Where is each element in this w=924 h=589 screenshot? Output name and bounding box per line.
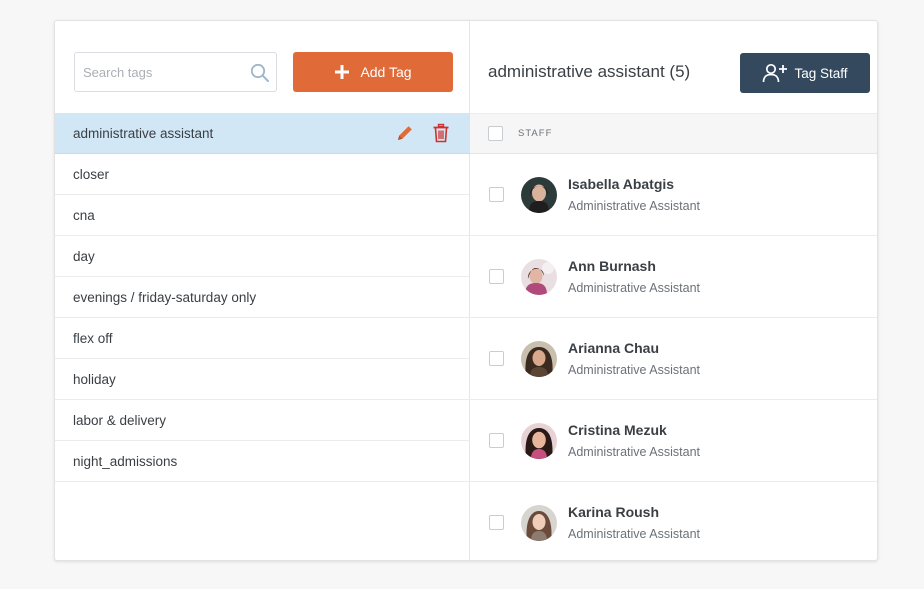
search-box[interactable] (74, 52, 277, 92)
tag-detail-panel: administrative assistant (5) Tag Staff S… (470, 21, 877, 560)
staff-row[interactable]: Karina Roush Administrative Assistant (470, 482, 877, 560)
avatar (521, 422, 557, 459)
staff-row[interactable]: Arianna Chau Administrative Assistant (470, 318, 877, 400)
staff-row[interactable]: Ann Burnash Administrative Assistant (470, 236, 877, 318)
staff-checkbox[interactable] (489, 187, 504, 202)
tag-item-evenings[interactable]: evenings / friday-saturday only (55, 277, 470, 318)
avatar (521, 258, 557, 295)
tag-item-label: cna (73, 207, 95, 223)
add-user-icon (762, 63, 788, 83)
tag-item-label: evenings / friday-saturday only (73, 289, 257, 305)
tag-item-label: night_admissions (73, 453, 178, 469)
tag-item-label: flex off (73, 330, 113, 346)
tag-item-cna[interactable]: cna (55, 195, 470, 236)
add-tag-button[interactable]: Add Tag (293, 52, 453, 92)
plus-icon (334, 64, 350, 80)
staff-role: Administrative Assistant (568, 445, 700, 459)
tag-item-administrative-assistant[interactable]: administrative assistant (55, 113, 470, 154)
tag-item-label: holiday (73, 371, 116, 387)
tag-item-label: day (73, 248, 95, 264)
staff-role: Administrative Assistant (568, 527, 700, 541)
staff-table-header: STAFF (470, 113, 877, 154)
staff-name: Karina Roush (568, 504, 660, 520)
avatar (521, 504, 557, 541)
staff-checkbox[interactable] (489, 351, 504, 366)
staff-checkbox[interactable] (489, 433, 504, 448)
staff-name: Ann Burnash (568, 258, 656, 274)
tag-item-label: administrative assistant (73, 125, 214, 141)
tag-staff-label: Tag Staff (794, 65, 848, 81)
staff-info: Isabella Abatgis Administrative Assistan… (568, 176, 700, 213)
staff-role: Administrative Assistant (568, 363, 700, 377)
tag-item-label: labor & delivery (73, 412, 167, 428)
page-title: administrative assistant (5) (488, 62, 691, 81)
staff-info: Ann Burnash Administrative Assistant (568, 258, 700, 295)
staff-column-header: STAFF (518, 128, 553, 139)
tags-panel: Add Tag administrative assistant (55, 21, 470, 560)
tag-staff-button[interactable]: Tag Staff (740, 53, 870, 93)
tag-list: administrative assistant closer cna day … (55, 113, 470, 482)
tag-item-day[interactable]: day (55, 236, 470, 277)
staff-role: Administrative Assistant (568, 281, 700, 295)
tag-item-night-admissions[interactable]: night_admissions (55, 441, 470, 482)
tag-item-flex-off[interactable]: flex off (55, 318, 470, 359)
tag-item-closer[interactable]: closer (55, 154, 470, 195)
staff-role: Administrative Assistant (568, 199, 700, 213)
trash-icon[interactable] (431, 123, 451, 143)
staff-checkbox[interactable] (489, 515, 504, 530)
tag-item-labor-delivery[interactable]: labor & delivery (55, 400, 470, 441)
staff-info: Cristina Mezuk Administrative Assistant (568, 422, 700, 459)
staff-info: Arianna Chau Administrative Assistant (568, 340, 700, 377)
staff-name: Cristina Mezuk (568, 422, 667, 438)
search-icon[interactable] (250, 63, 270, 83)
staff-info: Karina Roush Administrative Assistant (568, 504, 700, 541)
staff-name: Arianna Chau (568, 340, 660, 356)
staff-row[interactable]: Cristina Mezuk Administrative Assistant (470, 400, 877, 482)
add-tag-label: Add Tag (360, 64, 412, 80)
tag-item-holiday[interactable]: holiday (55, 359, 470, 400)
tag-item-label: closer (73, 166, 110, 182)
select-all-checkbox[interactable] (488, 126, 503, 141)
staff-row[interactable]: Isabella Abatgis Administrative Assistan… (470, 154, 877, 236)
tags-card: Add Tag administrative assistant (54, 20, 878, 561)
search-input[interactable] (75, 53, 245, 91)
avatar (521, 176, 557, 213)
pencil-icon[interactable] (395, 123, 415, 143)
staff-list: Isabella Abatgis Administrative Assistan… (470, 154, 877, 560)
tag-actions (395, 123, 451, 143)
staff-checkbox[interactable] (489, 269, 504, 284)
avatar (521, 340, 557, 377)
staff-name: Isabella Abatgis (568, 176, 675, 192)
